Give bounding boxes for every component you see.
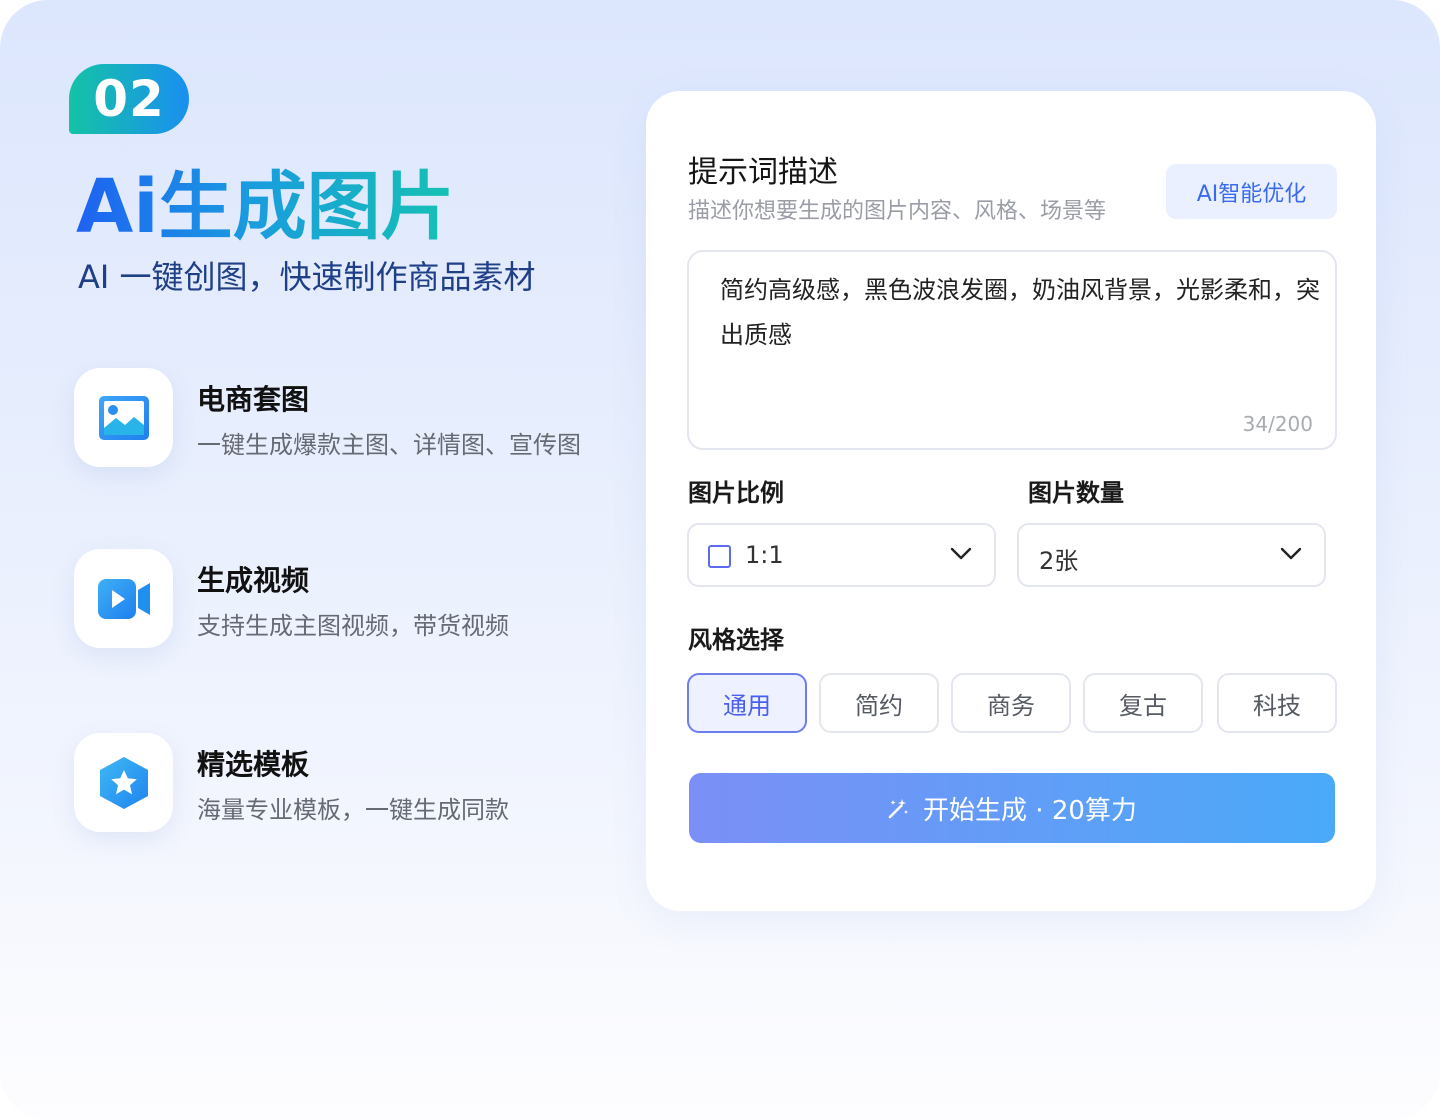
feature-title: 生成视频 [197, 564, 310, 597]
style-label: 风格选择 [688, 626, 784, 654]
prompt-textarea[interactable]: 简约高级感，黑色波浪发圈，奶油风背景，光影柔和，突出质感 34/200 [687, 250, 1337, 450]
feature-desc: 一键生成爆款主图、详情图、宣传图 [197, 431, 581, 459]
count-label: 图片数量 [1028, 479, 1124, 507]
step-number-badge: 02 [69, 64, 189, 134]
ratio-label: 图片比例 [688, 479, 784, 507]
generation-panel: 提示词描述 描述你想要生成的图片内容、风格、场景等 AI智能优化 简约高级感，黑… [646, 91, 1376, 911]
feature-title: 电商套图 [197, 383, 310, 416]
image-icon [74, 368, 173, 467]
video-camera-icon [74, 549, 173, 648]
star-hexagon-icon [74, 733, 173, 832]
char-counter: 34/200 [1242, 412, 1313, 436]
style-chip-business[interactable]: 商务 [951, 673, 1071, 733]
prompt-section-title: 提示词描述 [688, 155, 838, 190]
style-chip-general[interactable]: 通用 [687, 673, 807, 733]
magic-wand-icon [888, 799, 909, 819]
style-chip-simple[interactable]: 简约 [819, 673, 939, 733]
feature-desc: 海量专业模板，一键生成同款 [197, 796, 509, 824]
feature-title: 精选模板 [197, 748, 310, 781]
generate-button-label: 开始生成 · 20算力 [923, 795, 1137, 826]
hero-subtitle: AI 一键创图，快速制作商品素材 [78, 258, 536, 296]
feature-ecommerce-set: 电商套图 一键生成爆款主图、详情图、宣传图 [74, 368, 634, 468]
hero-title: Ai生成图片 [76, 164, 455, 250]
ratio-select-value: 1:1 [745, 541, 784, 569]
generate-button[interactable]: 开始生成 · 20算力 [689, 773, 1335, 843]
ai-optimize-button[interactable]: AI智能优化 [1166, 164, 1337, 219]
prompt-section-subtitle: 描述你想要生成的图片内容、风格、场景等 [688, 199, 1107, 224]
style-chip-retro[interactable]: 复古 [1083, 673, 1203, 733]
chevron-down-icon [950, 547, 972, 560]
count-select[interactable]: 2张 [1017, 523, 1326, 587]
feature-desc: 支持生成主图视频，带货视频 [197, 612, 509, 640]
feature-generate-video: 生成视频 支持生成主图视频，带货视频 [74, 549, 634, 649]
square-ratio-icon [708, 545, 731, 568]
prompt-text[interactable]: 简约高级感，黑色波浪发圈，奶油风背景，光影柔和，突出质感 [720, 268, 1320, 358]
promo-canvas: 02 Ai生成图片 AI 一键创图，快速制作商品素材 电商套图 一键生成爆款主图… [0, 0, 1440, 1120]
ratio-select[interactable]: 1:1 [687, 523, 996, 587]
count-select-value: 2张 [1039, 547, 1079, 575]
style-chip-tech[interactable]: 科技 [1217, 673, 1337, 733]
chevron-down-icon [1280, 547, 1302, 560]
feature-templates: 精选模板 海量专业模板，一键生成同款 [74, 733, 634, 833]
